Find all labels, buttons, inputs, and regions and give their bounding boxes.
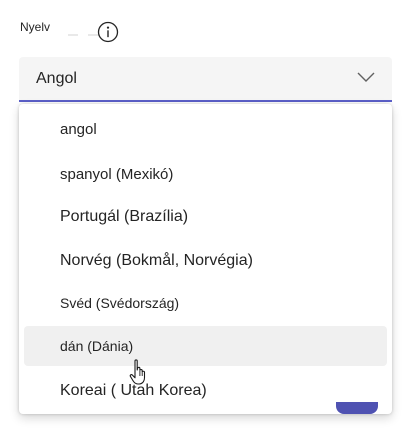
info-icon[interactable] <box>97 21 119 43</box>
option-portugal[interactable]: Portugál (Brazília) <box>24 197 387 237</box>
hand-pointer-icon <box>129 359 146 385</box>
option-label: Svéd (Svédország) <box>60 295 180 311</box>
option-angol[interactable]: angol <box>24 109 387 149</box>
language-dropdown[interactable]: Angol <box>19 57 392 102</box>
primary-button-edge <box>336 402 378 414</box>
language-listbox: angol spanyol (Mexikó) Portugál (Brazíli… <box>19 104 392 414</box>
option-spanyol[interactable]: spanyol (Mexikó) <box>24 154 387 194</box>
option-label: angol <box>60 120 97 138</box>
option-sved[interactable]: Svéd (Svédország) <box>24 283 387 323</box>
option-label: spanyol (Mexikó) <box>60 165 174 183</box>
label-smudge <box>68 34 79 36</box>
option-koreai[interactable]: Koreai ( Utah Korea) <box>24 371 387 411</box>
dropdown-selected-value: Angol <box>36 69 77 87</box>
option-dan[interactable]: dán (Dánia) <box>24 326 387 366</box>
option-norveg[interactable]: Norvég (Bokmål, Norvégia) <box>24 241 387 281</box>
option-label: Norvég (Bokmål, Norvégia) <box>60 252 253 269</box>
chevron-down-icon[interactable] <box>357 71 375 83</box>
option-label: Portugál (Brazília) <box>60 208 189 225</box>
option-label: dán (Dánia) <box>60 338 134 354</box>
language-label: Nyelv <box>20 20 51 34</box>
field-label-row: Nyelv <box>20 18 101 36</box>
